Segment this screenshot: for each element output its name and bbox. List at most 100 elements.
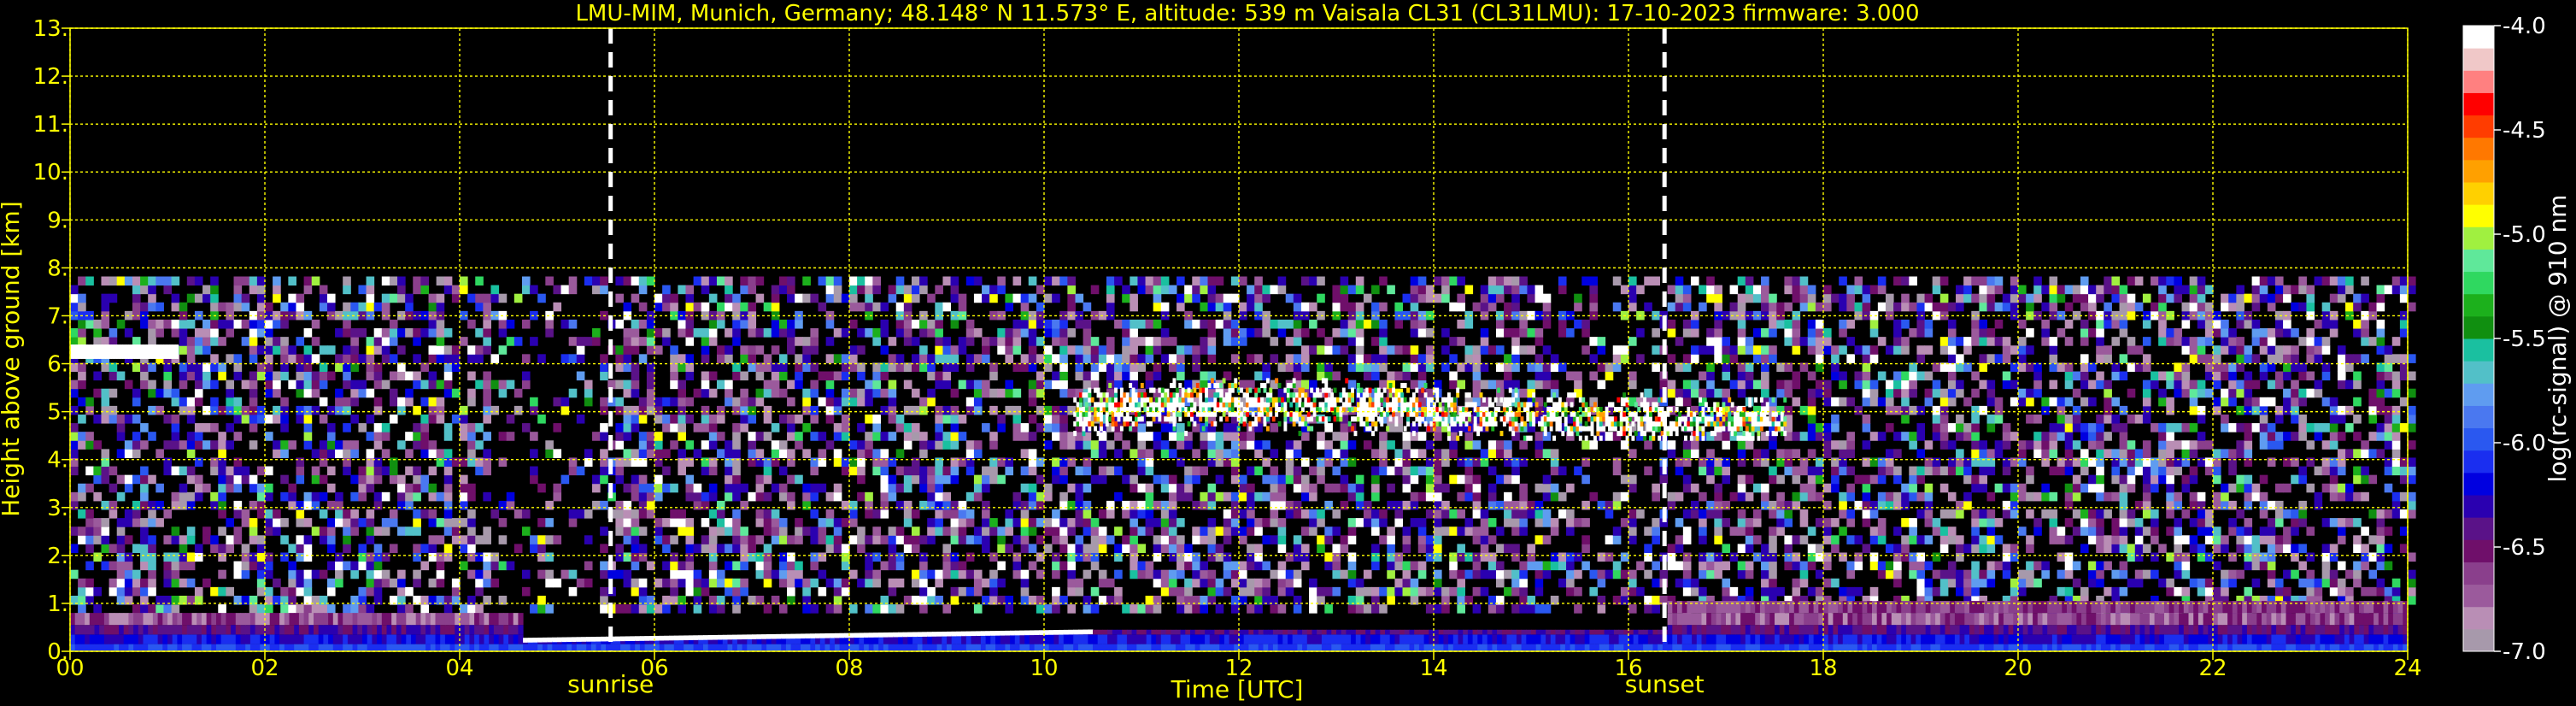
noise-cell bbox=[311, 500, 320, 510]
noise-cell bbox=[708, 561, 718, 571]
noise-cell bbox=[1909, 440, 1917, 450]
noise-cell bbox=[140, 552, 149, 562]
noise-cell bbox=[1347, 302, 1357, 312]
noise-cell bbox=[1667, 285, 1676, 295]
noise-cell bbox=[1745, 544, 1754, 553]
noise-cell bbox=[1519, 328, 1528, 338]
noise-cell bbox=[1628, 293, 1637, 303]
noise-cell bbox=[771, 569, 780, 580]
noise-cell bbox=[1005, 293, 1014, 303]
noise-cell bbox=[1464, 527, 1474, 536]
noise-cell bbox=[615, 432, 625, 441]
noise-cell bbox=[521, 319, 531, 329]
noise-cell bbox=[623, 535, 632, 544]
noise-cell bbox=[818, 535, 827, 544]
noise-cell bbox=[186, 561, 196, 571]
noise-cell bbox=[288, 604, 296, 614]
noise-cell bbox=[646, 405, 655, 415]
noise-cell bbox=[927, 518, 936, 527]
noise-cell bbox=[1488, 276, 1497, 286]
noise-cell bbox=[1924, 388, 1933, 398]
noise-cell bbox=[326, 432, 336, 441]
noise-cell bbox=[273, 345, 281, 355]
noise-cell bbox=[1752, 483, 1762, 493]
noise-cell bbox=[1223, 432, 1232, 441]
noise-cell bbox=[265, 518, 273, 527]
noise-cell bbox=[1332, 527, 1341, 536]
noise-cell bbox=[802, 354, 811, 363]
noise-cell bbox=[78, 491, 86, 502]
noise-cell bbox=[982, 285, 990, 295]
noise-cell bbox=[1332, 449, 1341, 458]
noise-cell bbox=[1815, 491, 1824, 502]
noise-cell bbox=[124, 276, 133, 286]
noise-cell bbox=[919, 466, 928, 476]
noise-cell bbox=[1075, 535, 1084, 544]
noise-cell bbox=[1044, 544, 1053, 553]
noise-cell bbox=[1145, 276, 1154, 286]
noise-cell bbox=[701, 276, 710, 286]
noise-cell bbox=[701, 379, 710, 390]
noise-cell bbox=[319, 604, 328, 614]
noise-cell bbox=[1247, 293, 1255, 303]
noise-cell bbox=[124, 569, 133, 580]
noise-cell bbox=[1519, 500, 1528, 510]
noise-cell bbox=[530, 544, 538, 553]
noise-cell bbox=[358, 604, 367, 614]
noise-cell bbox=[1620, 345, 1629, 355]
noise-cell bbox=[1597, 569, 1606, 580]
noise-cell bbox=[584, 509, 593, 519]
noise-cell bbox=[256, 483, 266, 493]
noise-cell bbox=[1909, 518, 1917, 527]
noise-cell bbox=[942, 354, 952, 363]
noise-cell bbox=[326, 302, 336, 312]
noise-cell bbox=[965, 569, 975, 580]
noise-cell bbox=[725, 449, 733, 458]
noise-cell bbox=[366, 371, 375, 381]
noise-cell bbox=[78, 604, 86, 614]
noise-cell bbox=[1682, 319, 1692, 329]
noise-cell bbox=[140, 491, 149, 502]
noise-cell bbox=[132, 432, 141, 441]
noise-cell bbox=[1511, 328, 1520, 338]
noise-cell bbox=[1869, 527, 1879, 536]
noise-cell bbox=[623, 604, 632, 614]
noise-cell bbox=[553, 535, 562, 544]
noise-cell bbox=[1799, 578, 1809, 588]
noise-cell bbox=[1417, 569, 1427, 580]
noise-cell bbox=[1815, 328, 1824, 338]
noise-cell bbox=[888, 397, 897, 407]
noise-cell bbox=[623, 509, 632, 519]
noise-cell bbox=[740, 285, 748, 295]
noise-cell bbox=[85, 586, 94, 597]
noise-cell bbox=[1519, 527, 1528, 536]
noise-cell bbox=[849, 604, 858, 614]
noise-cell bbox=[935, 319, 943, 329]
noise-cell bbox=[771, 483, 780, 493]
noise-cell bbox=[319, 302, 328, 312]
noise-cell bbox=[78, 432, 86, 441]
noise-cell bbox=[1052, 328, 1060, 338]
noise-cell bbox=[1947, 302, 1957, 312]
noise-cell bbox=[179, 535, 188, 544]
noise-cell bbox=[443, 544, 453, 553]
noise-cell bbox=[1675, 466, 1684, 476]
noise-cell bbox=[343, 440, 351, 450]
noise-cell bbox=[1706, 293, 1715, 303]
noise-cell bbox=[584, 561, 593, 571]
noise-cell bbox=[1714, 466, 1722, 476]
noise-cell bbox=[303, 586, 313, 597]
noise-cell bbox=[1504, 328, 1512, 338]
noise-cell bbox=[1690, 319, 1699, 329]
noise-cell bbox=[1230, 569, 1240, 580]
noise-cell bbox=[460, 518, 468, 527]
noise-cell bbox=[1005, 337, 1014, 346]
noise-cell bbox=[662, 449, 671, 458]
noise-cell bbox=[1347, 483, 1357, 493]
noise-cell bbox=[1893, 405, 1902, 415]
noise-cell bbox=[256, 578, 266, 588]
noise-cell bbox=[740, 345, 748, 355]
noise-cell bbox=[919, 500, 928, 510]
noise-cell bbox=[1784, 509, 1793, 519]
noise-cell bbox=[537, 535, 546, 544]
